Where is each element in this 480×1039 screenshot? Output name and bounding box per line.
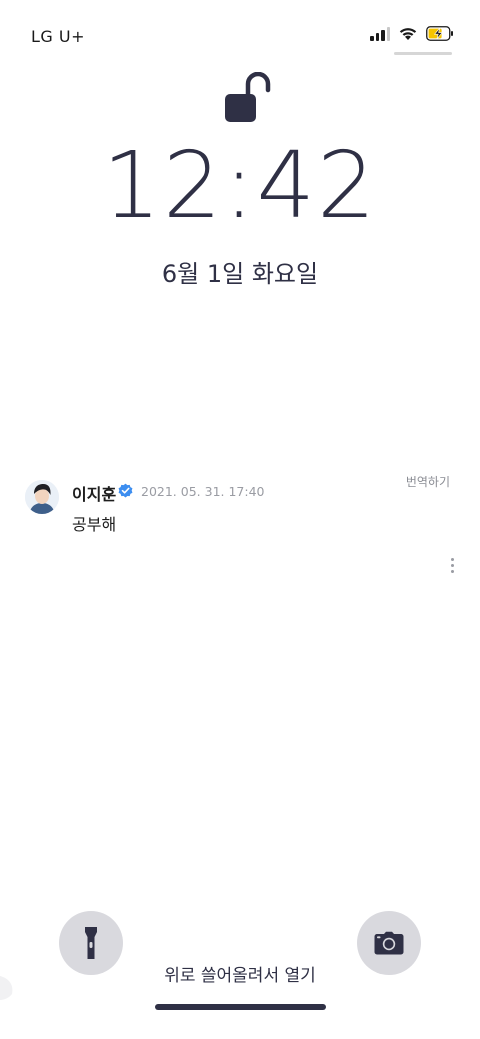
flashlight-icon — [85, 927, 97, 959]
control-center-handle[interactable] — [394, 52, 452, 55]
avatar — [25, 480, 59, 514]
notification-timestamp: 2021. 05. 31. 17:40 — [141, 484, 265, 499]
status-icons — [370, 26, 454, 41]
cellular-signal-icon — [370, 26, 390, 41]
vertical-ellipsis-icon[interactable] — [449, 558, 455, 576]
home-indicator[interactable] — [155, 1004, 326, 1010]
battery-charging-icon — [426, 26, 453, 41]
translate-link[interactable]: 번역하기 — [406, 473, 450, 490]
lock-screen-time: 12:42 — [102, 132, 378, 239]
verified-badge-icon — [118, 483, 133, 498]
camera-icon — [374, 931, 404, 955]
unlocked-padlock-icon — [225, 72, 271, 122]
wifi-icon — [399, 28, 417, 40]
swipe-up-hint: 위로 쓸어올려서 열기 — [164, 966, 316, 986]
notification-card[interactable]: 이지훈 2021. 05. 31. 17:40 번역하기 공부해 — [25, 472, 455, 582]
carrier-label: LG U+ — [31, 27, 86, 46]
notification-message: 공부해 — [72, 515, 117, 534]
lock-screen: LG U+ 12:42 6월 1일 화요일 이지훈 2021. 05. 31. … — [0, 0, 480, 1039]
notification-sender: 이지훈 — [72, 485, 117, 504]
lock-screen-date: 6월 1일 화요일 — [161, 260, 319, 288]
